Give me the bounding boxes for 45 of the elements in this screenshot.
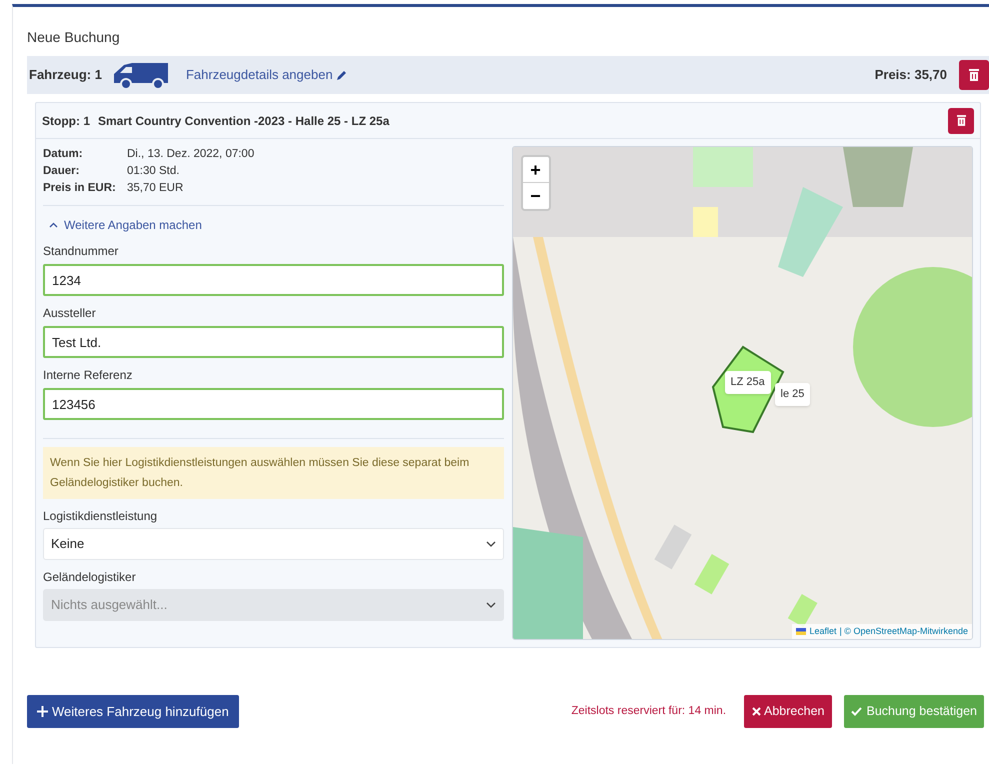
chevron-up-icon <box>49 222 58 228</box>
flag-icon <box>796 628 806 635</box>
page-title: Neue Buchung <box>27 28 121 47</box>
add-vehicle-button[interactable]: Weiteres Fahrzeug hinzufügen <box>27 695 239 728</box>
plus-icon <box>37 706 48 717</box>
info-value: 35,70 EUR <box>127 181 184 196</box>
field-label: Standnummer <box>43 243 120 260</box>
cancel-button[interactable]: Abbrechen <box>744 695 832 728</box>
trash-icon <box>969 69 979 81</box>
chevron-down-icon <box>486 602 496 608</box>
stop-location: Smart Country Convention -2023 - Halle 25 - LZ 25a <box>98 112 390 130</box>
field-label: Interne Referenz <box>43 367 134 384</box>
map-tooltip: LZ 25a <box>724 371 771 394</box>
trash-icon <box>956 115 966 126</box>
stop-title: Stopp: 1 <box>42 112 90 130</box>
select-label: Logistikdienstleistung <box>43 508 158 525</box>
zoom-out-button[interactable]: − <box>522 183 548 209</box>
reservation-timer: Zeitslots reserviert für: 14 min. <box>571 704 726 719</box>
info-label: Dauer: <box>43 164 80 179</box>
chevron-down-icon <box>486 541 496 547</box>
check-icon <box>851 707 862 716</box>
close-icon <box>752 707 762 716</box>
map-tooltip: le 25 <box>774 383 810 406</box>
select-dropdown[interactable]: Keine <box>43 528 504 560</box>
delete-vehicle-button[interactable] <box>959 60 989 90</box>
info-label: Preis in EUR: <box>43 181 117 196</box>
leaflet-link[interactable]: Leaflet <box>809 624 836 638</box>
more-details-toggle[interactable]: Weitere Angaben machen <box>49 216 202 234</box>
info-label: Datum: <box>43 147 84 162</box>
delete-stop-button[interactable] <box>948 108 974 134</box>
field-label: Aussteller <box>43 305 97 322</box>
attribution-text: | © OpenStreetMap-Mitwirkende <box>839 624 968 638</box>
info-value: 01:30 Std. <box>127 164 180 179</box>
input-field[interactable]: 123456 <box>43 388 504 420</box>
vehicle-details-link[interactable]: Fahrzeugdetails angeben <box>186 65 348 85</box>
input-field[interactable]: Test Ltd. <box>43 326 504 358</box>
notice-message: Wenn Sie hier Logistikdienstleistungen auswählen müssen Sie diese separat beim Geländelogistiker buchen. <box>43 447 504 499</box>
zoom-in-button[interactable]: + <box>522 157 548 183</box>
vehicle-price: Preis: 35,70 <box>874 66 947 84</box>
pencil-icon <box>336 69 348 81</box>
van-icon <box>112 60 170 90</box>
info-value: Di., 13. Dez. 2022, 07:00 <box>127 147 254 162</box>
select-label: Geländelogistiker <box>43 569 137 586</box>
input-field[interactable]: 1234 <box>43 264 504 296</box>
vehicle-label: Fahrzeug: 1 <box>29 66 102 84</box>
